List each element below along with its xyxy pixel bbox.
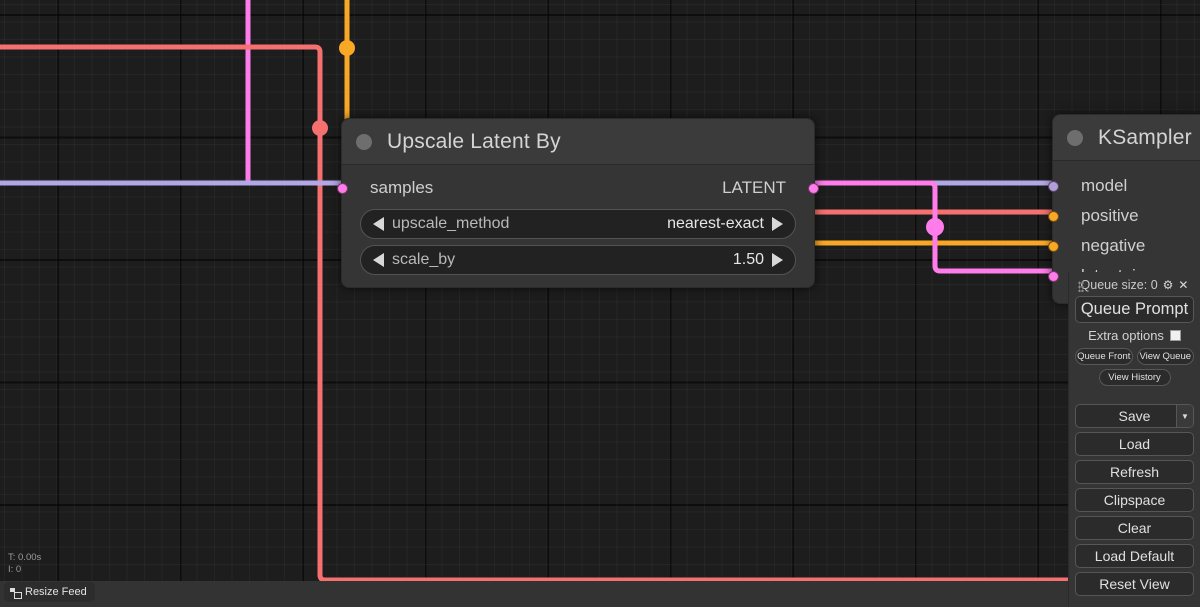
resize-feed-button[interactable]: Resize Feed <box>4 582 95 602</box>
reset-view-button[interactable]: Reset View <box>1075 572 1194 596</box>
slot-row-negative: negative <box>1048 231 1200 261</box>
node-title-bar[interactable]: Upscale Latent By <box>342 119 814 165</box>
menu-header: Queue size: 0 ⚙ ✕ <box>1075 278 1194 292</box>
chevron-down-icon[interactable]: ▼ <box>1176 405 1193 427</box>
input-slot-positive-dot[interactable] <box>1048 210 1059 222</box>
node-title-bar[interactable]: KSampler <box>1053 115 1200 161</box>
node-body: samples LATENT upscale_method nearest-ex… <box>337 165 819 287</box>
input-slot-model-dot[interactable] <box>1048 180 1059 192</box>
widget-scale-by-label: scale_by <box>392 251 456 268</box>
input-slot-negative-dot[interactable] <box>1048 240 1059 252</box>
resize-icon <box>10 587 22 599</box>
bottom-status-bar <box>0 581 1200 607</box>
close-icon[interactable]: ✕ <box>1178 279 1188 291</box>
widget-upscale-method[interactable]: upscale_method nearest-exact <box>360 209 796 239</box>
node-upscale-latent-by[interactable]: Upscale Latent By samples LATENT upscale… <box>337 118 819 288</box>
clear-button[interactable]: Clear <box>1075 516 1194 540</box>
widget-upscale-method-label: upscale_method <box>392 215 510 232</box>
gear-icon[interactable]: ⚙ <box>1163 279 1174 291</box>
graph-canvas[interactable] <box>0 0 1200 607</box>
queue-size-label: Queue size: 0 <box>1080 278 1158 292</box>
extra-options-row[interactable]: Extra options <box>1075 327 1194 344</box>
input-slot-model-label: model <box>1081 176 1128 195</box>
chevron-right-icon[interactable] <box>772 253 783 267</box>
slot-row-model: model <box>1048 171 1200 201</box>
extra-options-checkbox[interactable] <box>1169 330 1181 341</box>
refresh-button[interactable]: Refresh <box>1075 460 1194 484</box>
save-button-wrapper: Save ▼ <box>1075 404 1194 428</box>
input-slot-negative-label: negative <box>1081 236 1146 255</box>
resize-feed-label: Resize Feed <box>25 586 87 598</box>
node-collapse-dot[interactable] <box>1067 129 1083 146</box>
load-button[interactable]: Load <box>1075 432 1194 456</box>
queue-front-button[interactable]: Queue Front <box>1075 348 1133 365</box>
chevron-left-icon[interactable] <box>373 253 384 267</box>
comfy-menu-panel: Queue size: 0 ⚙ ✕ Queue Prompt Extra opt… <box>1068 272 1200 607</box>
queue-buttons-row: Queue Front View Queue <box>1075 348 1194 365</box>
output-slot-latent-label: LATENT <box>722 178 786 197</box>
chevron-left-icon[interactable] <box>373 217 384 231</box>
output-slot-latent-dot[interactable] <box>808 182 819 194</box>
input-slot-samples-dot[interactable] <box>337 182 348 194</box>
chevron-right-icon[interactable] <box>772 217 783 231</box>
load-default-button[interactable]: Load Default <box>1075 544 1194 568</box>
view-queue-button[interactable]: View Queue <box>1136 348 1194 365</box>
input-slot-latent-image-dot[interactable] <box>1048 270 1059 282</box>
node-collapse-dot[interactable] <box>356 133 372 150</box>
input-slot-samples-label: samples <box>370 178 434 197</box>
clipspace-button[interactable]: Clipspace <box>1075 488 1194 512</box>
slot-row-samples: samples LATENT <box>337 173 819 203</box>
history-button-row: View History <box>1075 369 1194 386</box>
input-slot-positive-label: positive <box>1081 206 1139 225</box>
extra-options-label: Extra options <box>1088 328 1164 343</box>
node-title-label: Upscale Latent By <box>387 129 561 153</box>
node-title-label: KSampler <box>1098 125 1192 149</box>
widget-scale-by[interactable]: scale_by 1.50 <box>360 245 796 275</box>
drag-handle-icon[interactable] <box>1078 281 1084 292</box>
slot-row-positive: positive <box>1048 201 1200 231</box>
comfyui-window: Upscale Latent By samples LATENT upscale… <box>0 0 1200 607</box>
view-history-button[interactable]: View History <box>1098 369 1171 386</box>
queue-prompt-button[interactable]: Queue Prompt <box>1075 296 1194 323</box>
widget-scale-by-value[interactable]: 1.50 <box>733 251 764 269</box>
widget-upscale-method-value[interactable]: nearest-exact <box>667 215 764 233</box>
